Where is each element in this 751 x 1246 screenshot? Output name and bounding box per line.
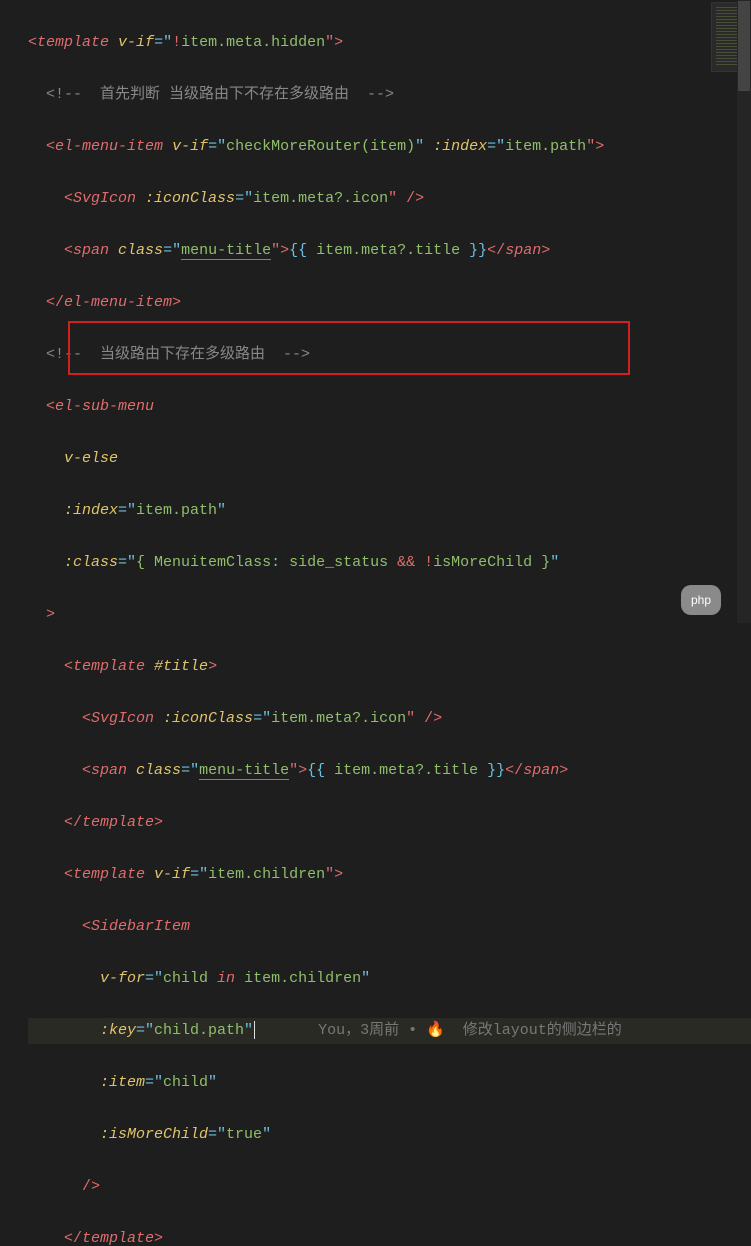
code-line: <span class="menu-title">{{ item.meta?.t… — [28, 758, 751, 784]
code-line: <SvgIcon :iconClass="item.meta?.icon" /> — [28, 186, 751, 212]
code-line: <template #title> — [28, 654, 751, 680]
code-line: </template> — [28, 810, 751, 836]
code-line: :item="child" — [28, 1070, 751, 1096]
code-line: > — [28, 602, 751, 628]
code-line: <template v-if="item.children"> — [28, 862, 751, 888]
flame-icon: 🔥 — [426, 1022, 445, 1039]
code-line: <el-sub-menu — [28, 394, 751, 420]
code-line: :class="{ MenuitemClass: side_status && … — [28, 550, 751, 576]
code-line: :isMoreChild="true" — [28, 1122, 751, 1148]
code-line: </el-menu-item> — [28, 290, 751, 316]
code-line: <el-menu-item v-if="checkMoreRouter(item… — [28, 134, 751, 160]
php-watermark: php — [681, 585, 721, 615]
code-line: v-else — [28, 446, 751, 472]
code-line: </template> — [28, 1226, 751, 1246]
code-line: <template v-if="!item.meta.hidden"> — [28, 30, 751, 56]
git-blame-annotation: You，3周前 • 🔥 修改layout的侧边栏的 — [318, 1022, 622, 1039]
code-line: /> — [28, 1174, 751, 1200]
code-line: <span class="menu-title">{{ item.meta?.t… — [28, 238, 751, 264]
code-line: :index="item.path" — [28, 498, 751, 524]
code-editor[interactable]: <template v-if="!item.meta.hidden"> <!--… — [0, 0, 751, 1246]
code-line-active: :key="child.path" You，3周前 • 🔥 修改layout的侧… — [28, 1018, 751, 1044]
code-line: <SidebarItem — [28, 914, 751, 940]
code-line: v-for="child in item.children" — [28, 966, 751, 992]
text-cursor — [254, 1021, 255, 1039]
code-line: <!-- 首先判断 当级路由下不存在多级路由 --> — [28, 82, 751, 108]
code-line: <!-- 当级路由下存在多级路由 --> — [28, 342, 751, 368]
code-line: <SvgIcon :iconClass="item.meta?.icon" /> — [28, 706, 751, 732]
